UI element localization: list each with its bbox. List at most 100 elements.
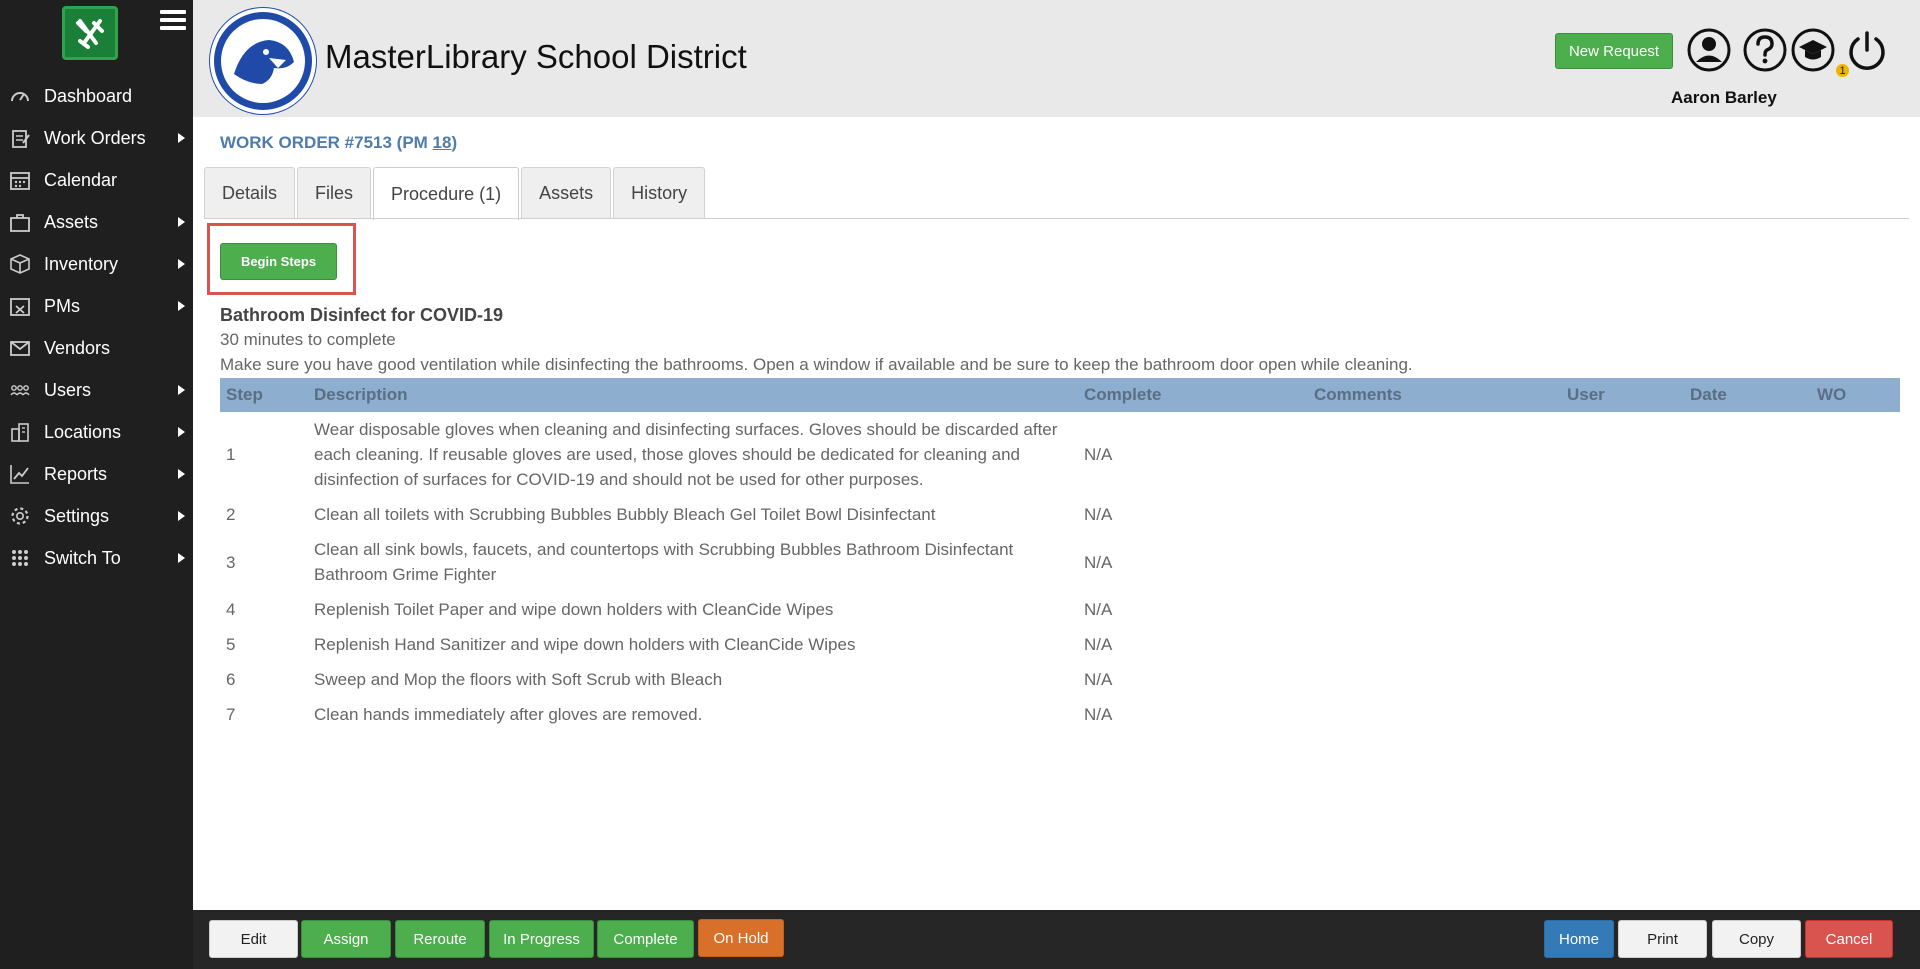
sidebar-item-label: PMs <box>44 295 80 316</box>
new-request-button[interactable]: New Request <box>1555 33 1673 69</box>
expand-arrow-icon[interactable] <box>178 553 185 563</box>
step-wo <box>1811 412 1900 497</box>
table-row: 1 Wear disposable gloves when cleaning an… <box>220 412 1900 497</box>
user-profile-icon[interactable] <box>1686 27 1732 73</box>
sidebar-item-locations[interactable]: Locations <box>0 411 193 453</box>
on-hold-button[interactable]: On Hold <box>698 919 784 957</box>
step-date <box>1684 662 1811 697</box>
work-order-title-suffix: ) <box>451 133 458 152</box>
tab-procedure[interactable]: Procedure (1) <box>373 167 520 220</box>
step-complete: N/A <box>1084 705 1113 724</box>
step-description: Clean all sink bowls, faucets, and count… <box>314 540 1014 584</box>
tab-history[interactable]: History <box>613 167 706 219</box>
tab-assets[interactable]: Assets <box>521 167 612 219</box>
column-header-wo: WO <box>1811 378 1900 412</box>
sidebar-item-calendar[interactable]: Calendar <box>0 159 193 201</box>
sidebar-item-vendors[interactable]: Vendors <box>0 327 193 369</box>
expand-arrow-icon[interactable] <box>178 427 185 437</box>
gear-icon <box>8 504 32 528</box>
tab-bar: Details Files Procedure (1) Assets History <box>204 167 707 220</box>
home-button[interactable]: Home <box>1544 920 1614 958</box>
column-header-complete: Complete <box>1078 378 1308 412</box>
sidebar-item-users[interactable]: Users <box>0 369 193 411</box>
tools-calendar-icon <box>8 294 32 318</box>
training-graduation-cap-icon[interactable] <box>1790 27 1836 73</box>
action-footer: Edit Assign Reroute In Progress Complete On H… <box>193 910 1920 969</box>
table-row: 3 Clean all sink bowls, faucets, and coun… <box>220 532 1900 592</box>
step-user <box>1561 412 1684 497</box>
sidebar-item-label: Settings <box>44 505 110 526</box>
step-number: 1 <box>226 445 236 464</box>
sidebar-item-reports[interactable]: Reports <box>0 453 193 495</box>
cancel-button[interactable]: Cancel <box>1805 920 1893 958</box>
sidebar-item-label: Inventory <box>44 253 119 274</box>
in-progress-button[interactable]: In Progress <box>489 920 594 958</box>
briefcase-icon <box>8 210 32 234</box>
sidebar-item-label: Work Orders <box>44 127 146 148</box>
chart-line-icon <box>8 462 32 486</box>
clipboard-icon <box>8 126 32 150</box>
step-complete: N/A <box>1084 600 1113 619</box>
sidebar-item-label: Assets <box>44 211 99 232</box>
step-complete: N/A <box>1084 445 1113 464</box>
sidebar-item-work-orders[interactable]: Work Orders <box>0 117 193 159</box>
help-icon[interactable] <box>1742 27 1788 73</box>
assign-button[interactable]: Assign <box>301 920 391 958</box>
users-icon <box>8 378 32 402</box>
district-logo <box>210 8 316 114</box>
step-description: Wear disposable gloves when cleaning and… <box>314 420 1058 489</box>
calendar-icon <box>8 168 32 192</box>
expand-arrow-icon[interactable] <box>178 301 185 311</box>
power-logout-icon[interactable] <box>1844 27 1890 73</box>
expand-arrow-icon[interactable] <box>178 259 185 269</box>
table-row: 2 Clean all toilets with Scrubbing Bubble… <box>220 497 1900 532</box>
step-number: 2 <box>226 505 236 524</box>
expand-arrow-icon[interactable] <box>178 133 185 143</box>
app-logo-icon[interactable] <box>62 6 118 60</box>
procedure-duration: 30 minutes to complete <box>220 330 396 349</box>
complete-button[interactable]: Complete <box>597 920 694 958</box>
expand-arrow-icon[interactable] <box>178 511 185 521</box>
district-name: MasterLibrary School District <box>325 38 747 75</box>
sidebar-item-assets[interactable]: Assets <box>0 201 193 243</box>
sidebar-item-pms[interactable]: PMs <box>0 285 193 327</box>
copy-button[interactable]: Copy <box>1712 920 1801 958</box>
step-wo <box>1811 627 1900 662</box>
sidebar-item-label: Dashboard <box>44 85 133 106</box>
table-header-row: Step Description Complete Comments User … <box>220 378 1900 412</box>
sidebar-item-dashboard[interactable]: Dashboard <box>0 75 193 117</box>
step-complete: N/A <box>1084 670 1113 689</box>
building-icon <box>8 420 32 444</box>
sidebar-item-settings[interactable]: Settings <box>0 495 193 537</box>
begin-steps-button[interactable]: Begin Steps <box>220 243 337 280</box>
expand-arrow-icon[interactable] <box>178 469 185 479</box>
step-date <box>1684 412 1811 497</box>
table-row: 7 Clean hands immediately after gloves ar… <box>220 697 1900 732</box>
step-wo <box>1811 697 1900 732</box>
pm-link[interactable]: 18 <box>433 133 452 152</box>
step-date <box>1684 592 1811 627</box>
tab-files[interactable]: Files <box>297 167 372 219</box>
step-user <box>1561 662 1684 697</box>
sidebar-item-label: Switch To <box>44 547 121 568</box>
step-date <box>1684 697 1811 732</box>
reroute-button[interactable]: Reroute <box>395 920 485 958</box>
envelope-icon <box>8 336 32 360</box>
step-number: 4 <box>226 600 236 619</box>
procedure-title: Bathroom Disinfect for COVID-19 <box>220 305 504 325</box>
hamburger-menu-icon[interactable] <box>160 10 186 32</box>
step-number: 6 <box>226 670 236 689</box>
step-description: Sweep and Mop the floors with Soft Scrub… <box>314 670 723 689</box>
expand-arrow-icon[interactable] <box>178 385 185 395</box>
sidebar-item-switch-to[interactable]: Switch To <box>0 537 193 579</box>
sidebar: Dashboard Work Orders Calendar Assets Invent… <box>0 0 193 969</box>
step-number: 5 <box>226 635 236 654</box>
print-button[interactable]: Print <box>1618 920 1707 958</box>
sidebar-item-inventory[interactable]: Inventory <box>0 243 193 285</box>
edit-button[interactable]: Edit <box>209 920 298 958</box>
step-user <box>1561 497 1684 532</box>
step-number: 3 <box>226 552 236 572</box>
tab-details[interactable]: Details <box>204 167 296 219</box>
expand-arrow-icon[interactable] <box>178 217 185 227</box>
grid-icon <box>8 546 32 570</box>
